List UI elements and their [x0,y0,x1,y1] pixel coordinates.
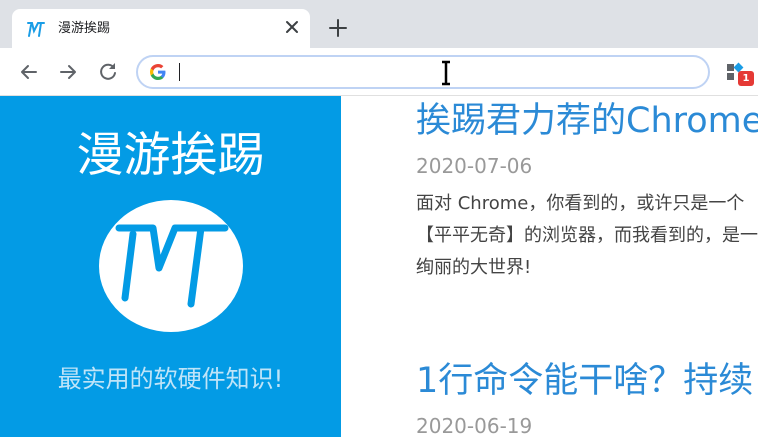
site-title[interactable]: 漫游挨踢 [0,126,341,186]
post-list: 挨踢君力荐的Chrome 2020-07-06 面对 Chrome，你看到的，或… [341,96,758,437]
text-caret [179,63,180,81]
post-date: 2020-06-19 [416,414,533,437]
site-logo[interactable] [99,200,243,332]
ibeam-cursor-icon [442,60,450,86]
forward-arrow-icon[interactable] [56,60,80,84]
reload-icon[interactable] [96,60,120,84]
close-icon[interactable] [282,17,302,37]
post-item: 1行命令能干啥？持续 2020-06-19 [416,358,758,437]
tab-strip: 漫游挨踢 [0,0,758,48]
mt-logo-icon [27,22,45,37]
post-item: 挨踢君力荐的Chrome 2020-07-06 面对 Chrome，你看到的，或… [416,98,758,284]
new-tab-plus-icon[interactable] [327,17,349,39]
site-sidebar: 漫游挨踢 最实用的软硬件知识! [0,96,341,437]
browser-toolbar: 1 [0,48,758,96]
site-tagline: 最实用的软硬件知识! [57,365,284,393]
tab-title: 漫游挨踢 [58,21,111,36]
post-date: 2020-07-06 [416,154,533,178]
back-arrow-icon[interactable] [17,60,41,84]
address-bar[interactable] [136,55,710,89]
extension-button[interactable]: 1 [724,61,754,89]
post-title[interactable]: 1行命令能干啥？持续 [416,358,758,404]
post-excerpt: 面对 Chrome，你看到的，或许只是一个【平平无奇】的浏览器，而我看到的，是一… [416,193,758,278]
tab-active[interactable]: 漫游挨踢 [12,9,310,48]
extension-badge: 1 [738,71,754,86]
post-title[interactable]: 挨踢君力荐的Chrome [416,98,758,144]
mt-logo-icon [115,224,229,308]
google-g-icon [150,64,166,80]
